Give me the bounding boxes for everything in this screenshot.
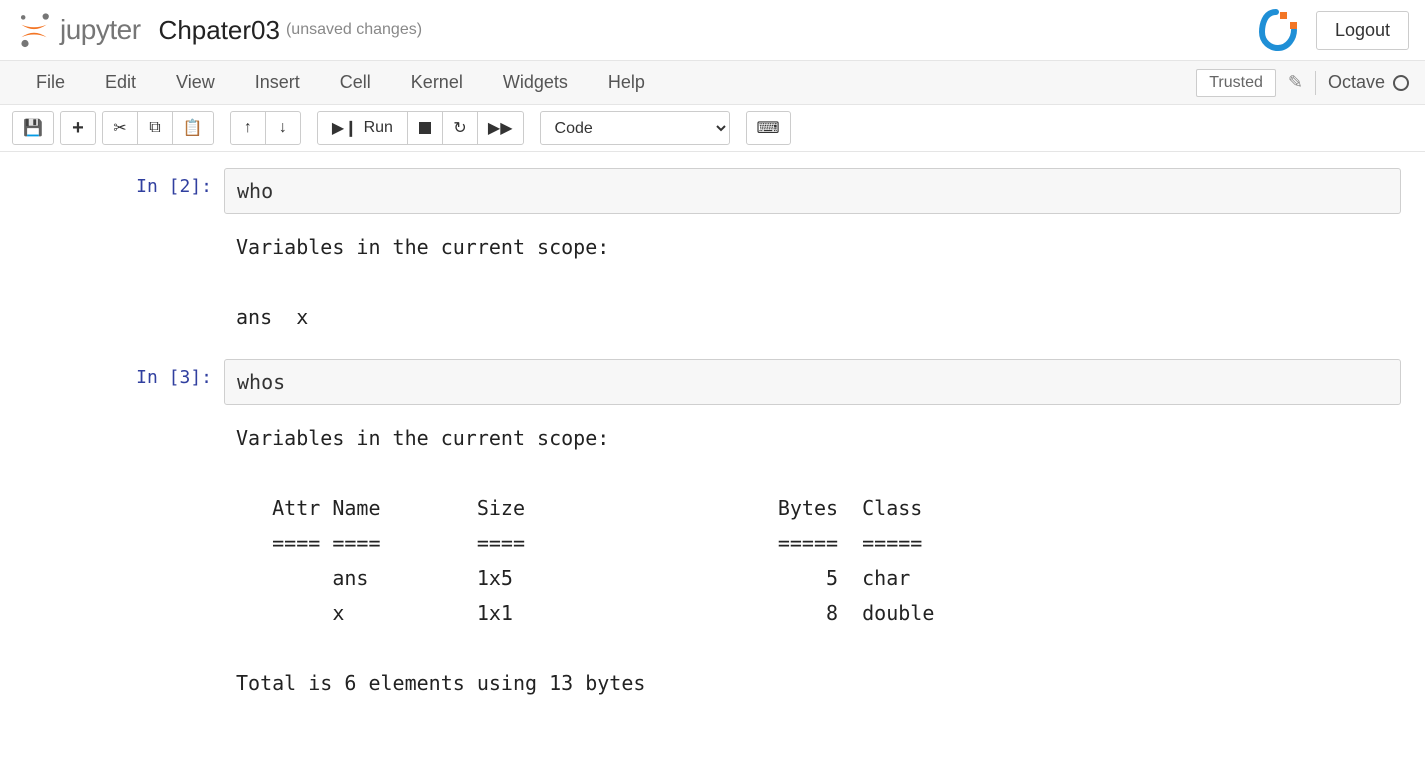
code-output: Variables in the current scope: Attr Nam… — [224, 405, 1401, 701]
input-prompt: In [3]: — [24, 359, 224, 701]
arrow-down-icon: ↓ — [279, 119, 287, 137]
restart-icon: ↻ — [453, 118, 466, 138]
paste-icon: 📋 — [183, 118, 203, 138]
celltype-select[interactable]: Code — [540, 111, 730, 145]
cell-body: whos Variables in the current scope: Att… — [224, 359, 1401, 701]
plus-icon: + — [72, 117, 84, 140]
trusted-badge[interactable]: Trusted — [1196, 69, 1276, 97]
keyboard-icon: ⌨ — [757, 118, 780, 138]
move-group: ↑ ↓ — [230, 111, 301, 145]
header-bar: jupyter Chpater03 (unsaved changes) Logo… — [0, 0, 1425, 61]
clipboard-group: ✂ ⧉ 📋 — [102, 111, 214, 145]
cell-body: who Variables in the current scope: ans … — [224, 168, 1401, 335]
fast-forward-icon: ▶▶ — [488, 118, 513, 138]
run-label: Run — [364, 119, 393, 137]
stop-icon — [419, 122, 431, 134]
menu-edit[interactable]: Edit — [85, 62, 156, 103]
interrupt-button[interactable] — [407, 111, 443, 145]
code-input[interactable]: who — [224, 168, 1401, 214]
save-button[interactable]: 💾 — [12, 111, 54, 145]
move-up-button[interactable]: ↑ — [230, 111, 266, 145]
divider — [1315, 71, 1316, 95]
copy-icon: ⧉ — [149, 119, 160, 137]
menu-widgets[interactable]: Widgets — [483, 62, 588, 103]
toolbar: 💾 + ✂ ⧉ 📋 ↑ ↓ ▶❙ Run ↻ ▶▶ Code ⌨ — [0, 105, 1425, 152]
cut-button[interactable]: ✂ — [102, 111, 138, 145]
restart-button[interactable]: ↻ — [442, 111, 478, 145]
code-output: Variables in the current scope: ans x — [224, 214, 1401, 335]
run-button[interactable]: ▶❙ Run — [317, 111, 408, 145]
notebook-name[interactable]: Chpater03 — [159, 15, 280, 46]
menu-view[interactable]: View — [156, 62, 235, 103]
insert-cell-button[interactable]: + — [60, 111, 96, 145]
notebook-area: In [2]: who Variables in the current sco… — [0, 152, 1425, 765]
menu-cell[interactable]: Cell — [320, 62, 391, 103]
run-icon: ▶❙ — [332, 118, 358, 138]
jupyter-logo[interactable]: jupyter — [16, 12, 141, 48]
kernel-indicator-icon — [1393, 75, 1409, 91]
code-cell[interactable]: In [3]: whos Variables in the current sc… — [24, 359, 1401, 701]
scissors-icon: ✂ — [113, 118, 126, 138]
jupyter-icon — [16, 12, 52, 48]
pencil-icon[interactable]: ✎ — [1288, 72, 1303, 93]
menu-file[interactable]: File — [16, 62, 85, 103]
restart-run-all-button[interactable]: ▶▶ — [477, 111, 524, 145]
menubar: File Edit View Insert Cell Kernel Widget… — [0, 61, 1425, 105]
save-status: (unsaved changes) — [286, 21, 422, 39]
menu-help[interactable]: Help — [588, 62, 665, 103]
code-input[interactable]: whos — [224, 359, 1401, 405]
command-palette-button[interactable]: ⌨ — [746, 111, 791, 145]
logout-button[interactable]: Logout — [1316, 11, 1409, 50]
menu-kernel[interactable]: Kernel — [391, 62, 483, 103]
brand-text: jupyter — [60, 14, 141, 46]
run-group: ▶❙ Run ↻ ▶▶ — [317, 111, 524, 145]
code-cell[interactable]: In [2]: who Variables in the current sco… — [24, 168, 1401, 335]
arrow-up-icon: ↑ — [244, 119, 252, 137]
save-icon: 💾 — [23, 118, 43, 138]
move-down-button[interactable]: ↓ — [265, 111, 301, 145]
menu-insert[interactable]: Insert — [235, 62, 320, 103]
paste-button[interactable]: 📋 — [172, 111, 214, 145]
octave-kernel-icon — [1254, 8, 1298, 52]
copy-button[interactable]: ⧉ — [137, 111, 173, 145]
kernel-name: Octave — [1328, 72, 1385, 93]
input-prompt: In [2]: — [24, 168, 224, 335]
